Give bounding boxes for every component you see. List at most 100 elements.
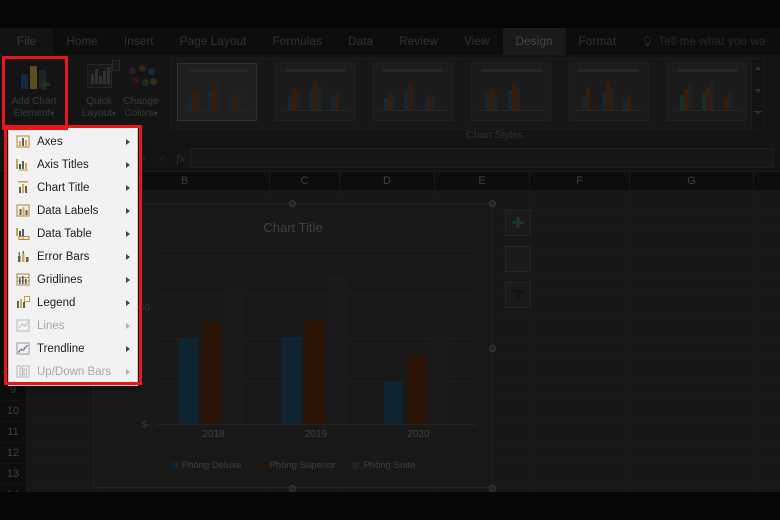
chart-group-2019: 2019 [268,249,364,440]
submenu-arrow-icon [126,207,130,214]
menu-item-updown-bars: Up/Down Bars [9,360,137,383]
chart-style-thumb-4[interactable] [471,63,551,121]
bar-suite-2018[interactable] [225,286,245,424]
chart-style-thumb-2[interactable] [275,63,355,121]
tab-design[interactable]: Design [502,28,566,55]
chart-elements-button[interactable] [505,210,531,236]
tab-view[interactable]: View [451,28,503,55]
row-header-10[interactable]: 10 [0,401,26,422]
add-chart-element-icon [17,62,51,92]
chart-style-thumb-5[interactable] [569,63,649,121]
chart-resize-handle-bc[interactable] [289,485,296,492]
menu-item-legend-label: Legend [37,296,76,309]
row-header-11[interactable]: 11 [0,422,26,443]
change-colors-label-line2: Colors [124,108,154,119]
bar-superior-2018[interactable] [202,321,222,424]
tab-format-label: Format [578,35,617,48]
menu-item-data-labels[interactable]: Data Labels [9,199,137,222]
insert-function-icon[interactable]: fx [177,151,186,166]
chart-resize-handle-tr[interactable] [489,200,496,207]
tab-formulas[interactable]: Formulas [260,28,336,55]
chart-style-thumb-6[interactable] [667,63,747,121]
change-colors-label-line1: Change [123,96,159,107]
chart-legend[interactable]: Phòng Deluxe Phòng Superior Phòng Suite [94,460,492,471]
tab-page-layout[interactable]: Page Layout [167,28,260,55]
excel-window: File Home Insert Page Layout Formulas Da… [0,0,780,520]
bar-deluxe-2018[interactable] [179,337,199,424]
chart-styles-button[interactable] [505,246,531,272]
menu-item-trendline[interactable]: Trendline [9,337,137,360]
confirm-formula-icon[interactable]: ✓ [158,152,167,165]
cancel-formula-icon[interactable]: ✕ [139,152,148,165]
tab-format[interactable]: Format [566,28,630,55]
submenu-arrow-icon [126,184,130,191]
legend-swatch-deluxe [170,462,178,469]
menu-item-axis-titles[interactable]: Axis Titles [9,153,137,176]
menu-item-chart-title[interactable]: Chart Title [9,176,137,199]
tab-file[interactable]: File [0,28,54,55]
chart-resize-handle-br[interactable] [489,485,496,492]
tab-data[interactable]: Data [335,28,386,55]
legend-item-superior[interactable]: Phòng Superior [258,460,335,471]
tab-review[interactable]: Review [386,28,451,55]
tab-home[interactable]: Home [53,28,110,55]
bar-suite-2020[interactable] [429,333,450,424]
tab-file-label: File [17,35,37,48]
chart-filters-button[interactable] [505,282,531,308]
change-colors-button[interactable]: Change Colors▾ [110,57,172,131]
legend-swatch-suite [352,462,360,469]
bar-superior-2020[interactable] [406,355,427,424]
column-header-e[interactable]: E [435,172,530,190]
legend-item-deluxe[interactable]: Phòng Deluxe [170,460,241,471]
chart-object[interactable]: Chart Title $200,000 $- 2018 2019 [93,203,493,488]
chart-styles-gallery[interactable] [170,58,764,130]
lines-icon [13,318,33,334]
bar-deluxe-2020[interactable] [383,382,404,424]
bar-suite-2019[interactable] [327,275,347,424]
chart-plot-area[interactable]: $200,000 $- 2018 2019 2020 [110,249,476,440]
menu-item-error-bars[interactable]: Error Bars [9,245,137,268]
chart-style-thumb-3[interactable] [373,63,453,121]
column-header-d[interactable]: D [340,172,435,190]
tab-insert[interactable]: Insert [111,28,167,55]
legend-item-suite[interactable]: Phòng Suite [352,460,415,471]
tell-me-search[interactable]: Tell me what you wa [629,28,778,55]
bar-deluxe-2019[interactable] [281,336,301,424]
bar-superior-2019[interactable] [304,320,324,424]
menu-item-data-table[interactable]: Data Table [9,222,137,245]
column-header-f[interactable]: F [530,172,630,190]
gallery-scroll-up-icon[interactable] [755,66,761,70]
menu-item-gridlines[interactable]: Gridlines [9,268,137,291]
add-chart-element-menu[interactable]: Axes Axis Titles Chart Title Data Labels… [8,127,138,386]
row-header-13[interactable]: 13 [0,464,26,485]
column-header-c[interactable]: C [270,172,340,190]
submenu-arrow-icon [126,276,130,283]
row-header-12[interactable]: 12 [0,443,26,464]
column-header-g[interactable]: G [630,172,754,190]
x-axis-label-2019: 2019 [304,429,328,440]
menu-item-data-table-label: Data Table [37,227,92,240]
menu-item-trendline-label: Trendline [37,342,85,355]
chart-style-thumb-1[interactable] [177,63,257,121]
gallery-scrollbar[interactable] [751,59,763,129]
tab-home-label: Home [66,35,98,48]
x-axis-label-2018: 2018 [202,429,225,440]
tab-design-label: Design [515,35,553,48]
chart-title[interactable]: Chart Title [94,220,492,235]
legend-label-suite: Phòng Suite [363,460,416,471]
menu-item-axes-label: Axes [37,135,63,148]
gallery-more-icon[interactable] [754,111,762,115]
chart-resize-handle-mr[interactable] [489,345,496,352]
add-chart-element-caret-icon: ▾ [50,109,55,118]
add-chart-element-button[interactable]: Add Chart Element▾ [3,57,65,131]
legend-label-superior: Phòng Superior [269,460,336,471]
tab-page-layout-label: Page Layout [179,35,247,48]
chart-resize-handle-tc[interactable] [289,200,296,207]
menu-item-axes[interactable]: Axes [9,130,137,153]
gallery-scroll-down-icon[interactable] [755,89,761,93]
menu-item-legend[interactable]: Legend [9,291,137,314]
chart-title-icon [13,180,33,196]
chart-group-2018: 2018 [166,249,262,440]
formula-input[interactable] [190,148,774,168]
change-colors-caret-icon: ▾ [153,109,158,118]
